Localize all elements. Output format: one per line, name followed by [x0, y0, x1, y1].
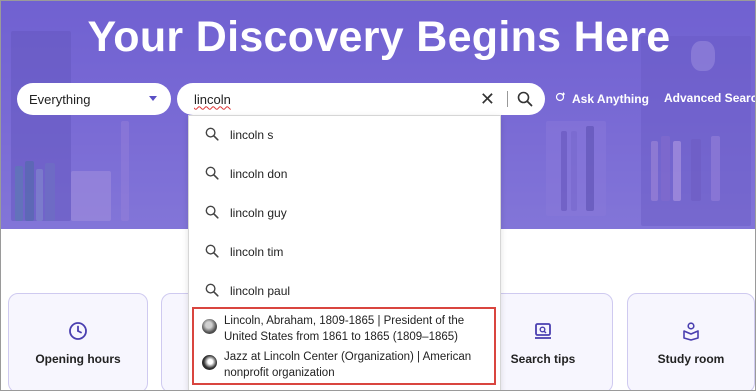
page-frame: Your Discovery Begins Here Everything li…: [0, 0, 756, 391]
suggestion-text: lincoln don: [230, 167, 288, 181]
suggestion-item[interactable]: lincoln guy: [189, 194, 500, 232]
search-divider: [507, 91, 508, 107]
chevron-down-icon: [149, 96, 157, 101]
search-icon[interactable]: [517, 91, 533, 110]
search-icon: [205, 205, 219, 219]
study-person-icon: [681, 321, 701, 341]
advanced-search-link[interactable]: Advanced Search: [664, 91, 755, 105]
entity-suggestion-item[interactable]: Lincoln, Abraham, 1809-1865 | President …: [202, 313, 492, 347]
search-icon: [205, 127, 219, 141]
portrait-avatar: [202, 319, 217, 334]
entity-text: Lincoln, Abraham, 1809-1865 | President …: [224, 315, 465, 343]
search-icon: [205, 166, 219, 180]
screen-search-icon: [533, 321, 553, 341]
search-scope-value: Everything: [29, 91, 91, 107]
card-study-room[interactable]: Study room: [627, 293, 755, 390]
clock-icon: [68, 321, 88, 341]
suggestion-item[interactable]: lincoln don: [189, 155, 500, 193]
search-icon: [205, 244, 219, 258]
search-icon: [205, 283, 219, 297]
entity-text: Jazz at Lincoln Center (Organization) | …: [224, 351, 472, 379]
clear-icon[interactable]: ✕: [480, 89, 495, 109]
suggestion-text: lincoln s: [230, 128, 274, 142]
page-title: Your Discovery Begins Here: [87, 13, 671, 61]
card-label: Opening hours: [35, 352, 121, 366]
card-label: Study room: [657, 352, 725, 366]
card-opening-hours[interactable]: Opening hours: [8, 293, 148, 390]
search-query-text: lincoln: [194, 91, 231, 107]
suggestion-item[interactable]: lincoln tim: [189, 233, 500, 271]
sparkle-chat-icon: [555, 91, 567, 106]
search-scope-select[interactable]: Everything: [17, 83, 171, 115]
ask-anything-label: Ask Anything: [572, 91, 649, 106]
organization-avatar: [202, 355, 217, 370]
search-input[interactable]: lincoln ✕: [177, 83, 545, 115]
ask-anything-button[interactable]: Ask Anything: [555, 91, 649, 106]
suggestion-item[interactable]: lincoln s: [189, 116, 500, 154]
entity-suggestions-highlight: Lincoln, Abraham, 1809-1865 | President …: [192, 307, 496, 385]
suggestion-text: lincoln paul: [230, 284, 291, 298]
entity-suggestion-item[interactable]: Jazz at Lincoln Center (Organization) | …: [202, 349, 492, 383]
suggestion-text: lincoln tim: [230, 245, 284, 259]
suggestion-item[interactable]: lincoln paul: [189, 272, 500, 310]
suggestion-text: lincoln guy: [230, 206, 287, 220]
